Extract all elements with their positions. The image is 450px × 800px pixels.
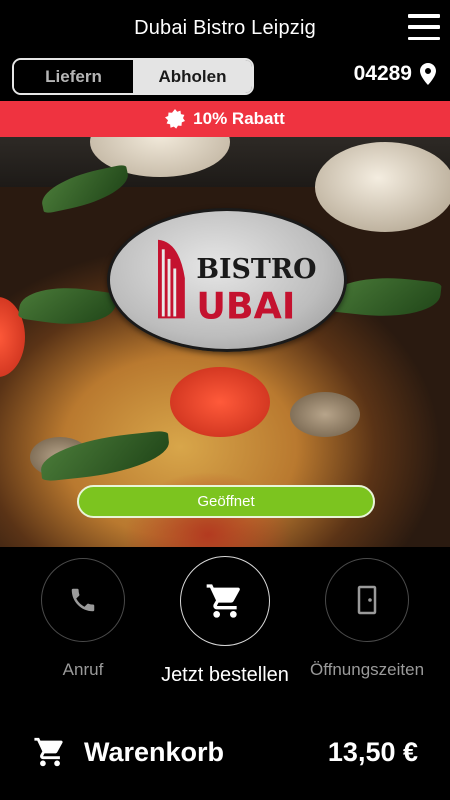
cart-total: 13,50 €: [327, 737, 418, 767]
delivery-option-abholen[interactable]: Abholen: [133, 60, 252, 93]
zip-code: 04289: [353, 62, 412, 85]
hamburger-menu-icon[interactable]: [408, 14, 440, 40]
cart-bar[interactable]: Warenkorb 13,50 €: [0, 725, 450, 781]
logo-text-bistro: BISTRO: [196, 254, 316, 285]
open-status-button[interactable]: Geöffnet: [77, 485, 375, 518]
app-header: Dubai Bistro Leipzig: [0, 0, 450, 56]
logo-graphic: BISTRO UBAI: [158, 239, 317, 327]
door-icon: [357, 585, 377, 615]
shopping-cart-icon: [206, 584, 240, 618]
delivery-option-liefern[interactable]: Liefern: [14, 60, 133, 93]
call-label: Anruf: [62, 660, 104, 679]
location-pin-icon: [420, 63, 436, 85]
order-mode-row: Liefern Abholen 04289: [0, 58, 450, 96]
order-now-action[interactable]: Jetzt bestellen: [152, 556, 298, 687]
order-now-label: Jetzt bestellen: [161, 664, 289, 686]
delivery-mode-toggle[interactable]: Liefern Abholen: [12, 58, 254, 95]
cart-label: Warenkorb: [84, 737, 225, 767]
action-buttons: Anruf Jetzt bestellen Öffnungszeiten: [0, 556, 450, 708]
opening-hours-button[interactable]: [325, 558, 409, 642]
location-selector[interactable]: 04289: [354, 62, 436, 86]
discount-text: 10% Rabatt: [193, 109, 285, 128]
discount-banner[interactable]: 10% Rabatt: [0, 101, 450, 137]
phone-icon: [71, 588, 95, 612]
discount-badge-icon: [165, 109, 186, 129]
call-button[interactable]: [41, 558, 125, 642]
opening-hours-action[interactable]: Öffnungszeiten: [310, 558, 424, 680]
logo-text-ubai: UBAI: [196, 284, 295, 327]
call-action[interactable]: Anruf: [41, 558, 125, 680]
restaurant-title: Dubai Bistro Leipzig: [134, 16, 316, 39]
opening-hours-label: Öffnungszeiten: [309, 660, 425, 679]
order-now-button[interactable]: [180, 556, 270, 646]
bistro-dubai-logo: BISTRO UBAI: [107, 208, 347, 352]
shopping-cart-icon: [34, 737, 63, 767]
